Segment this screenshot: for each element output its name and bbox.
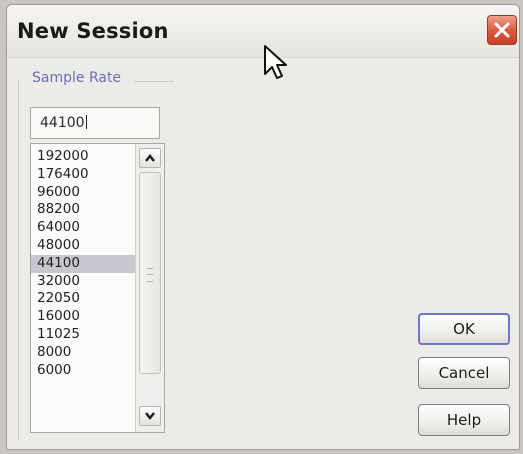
ok-button[interactable]: OK	[418, 313, 510, 345]
group-divider	[134, 81, 174, 82]
thumb-grip	[147, 268, 153, 282]
sample-rate-option[interactable]: 11025	[31, 326, 135, 344]
sample-rate-option[interactable]: 88200	[31, 201, 135, 219]
sample-rate-option[interactable]: 16000	[31, 308, 135, 326]
sample-rate-input[interactable]: 44100	[30, 107, 160, 139]
close-button[interactable]	[487, 15, 517, 45]
list-scrollbar[interactable]	[135, 144, 164, 432]
sample-rate-list[interactable]: 192000 176400 96000 88200 64000 48000 44100 320…	[30, 143, 165, 433]
scroll-up-button[interactable]	[139, 148, 161, 168]
sample-rate-option[interactable]: 48000	[31, 237, 135, 255]
chevron-down-icon	[145, 412, 155, 421]
mouse-pointer-icon	[264, 45, 287, 79]
sample-rate-option[interactable]: 8000	[31, 344, 135, 362]
sample-rate-option[interactable]: 64000	[31, 219, 135, 237]
text-caret	[85, 115, 87, 129]
dialog-title: New Session	[17, 19, 169, 43]
sample-rate-option[interactable]: 44100	[31, 254, 135, 273]
sample-rate-option[interactable]: 32000	[31, 273, 135, 291]
sample-rate-option[interactable]: 6000	[31, 362, 135, 380]
sample-rate-option[interactable]: 192000	[31, 148, 135, 166]
sample-rate-option[interactable]: 96000	[31, 184, 135, 202]
chevron-up-icon	[145, 153, 155, 162]
help-button[interactable]: Help	[418, 404, 510, 436]
sample-rate-option[interactable]: 22050	[31, 290, 135, 308]
sample-rate-input-value: 44100	[40, 115, 85, 131]
sample-rate-options: 192000 176400 96000 88200 64000 48000 44100 320…	[31, 148, 135, 379]
cancel-button[interactable]: Cancel	[418, 357, 510, 389]
sample-rate-label: Sample Rate	[28, 70, 126, 86]
close-icon	[494, 22, 510, 38]
sample-rate-option[interactable]: 176400	[31, 166, 135, 184]
scroll-down-button[interactable]	[139, 406, 161, 426]
scroll-thumb[interactable]	[139, 172, 161, 374]
